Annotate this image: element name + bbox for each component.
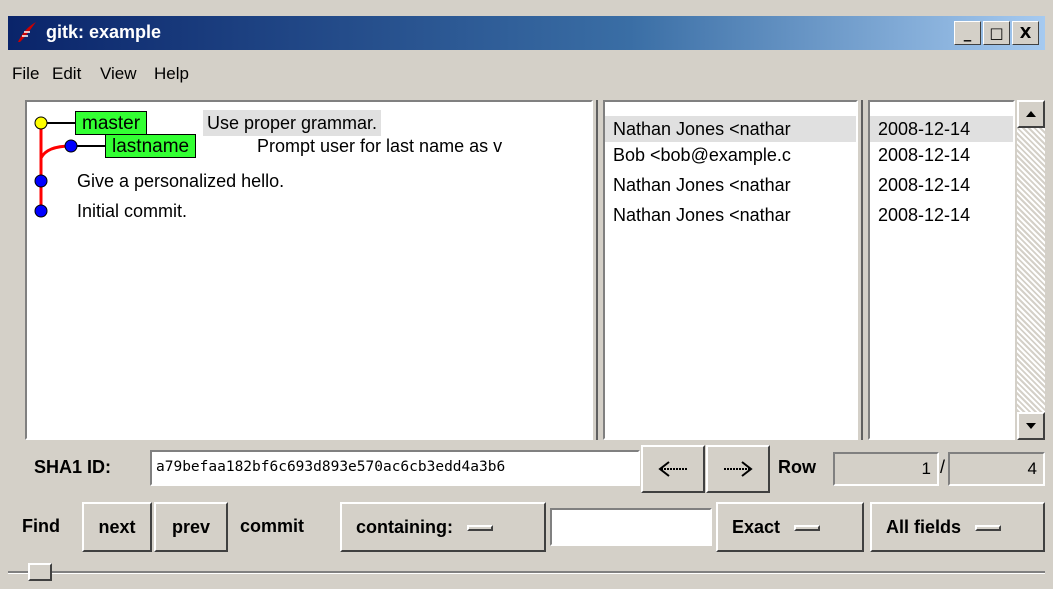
containing-value: containing: — [356, 517, 453, 537]
fields-menubutton[interactable]: All fields — [870, 502, 1045, 552]
author-cell[interactable]: Nathan Jones <nathar — [613, 202, 791, 228]
menu-indicator-icon — [794, 525, 821, 532]
date-cell[interactable]: 2008-12-14 — [878, 142, 970, 168]
author-pane[interactable]: Nathan Jones <nathar Bob <bob@example.c … — [603, 100, 858, 440]
scroll-up-button[interactable] — [1017, 100, 1045, 128]
back-button[interactable] — [641, 445, 705, 493]
date-cell[interactable]: 2008-12-14 — [870, 116, 1013, 142]
tk-feather-icon — [18, 22, 36, 42]
author-cell[interactable]: Bob <bob@example.c — [613, 142, 791, 168]
exact-value: Exact — [732, 517, 781, 537]
commit-subject[interactable]: Give a personalized hello. — [77, 168, 284, 194]
sha1-field[interactable]: a79befaa182bf6c693d893e570ac6cb3edd4a3b6 — [150, 450, 640, 486]
find-type-label: commit — [240, 516, 305, 536]
vertical-scrollbar[interactable] — [1017, 100, 1045, 440]
forward-button[interactable] — [706, 445, 770, 493]
pane-sash[interactable] — [594, 100, 600, 440]
date-pane[interactable]: 2008-12-14 2008-12-14 2008-12-14 2008-12… — [868, 100, 1015, 440]
commit-graph-pane[interactable]: master Use proper grammar. lastname Prom… — [25, 100, 593, 440]
down-arrow-icon — [1026, 423, 1036, 429]
maximize-button[interactable]: □ — [983, 21, 1010, 45]
row-total: 4 — [948, 452, 1045, 486]
date-cell[interactable]: 2008-12-14 — [878, 172, 970, 198]
bottom-sash-line — [8, 571, 1045, 574]
gitk-window: gitk: example _ □ X File Edit View Help … — [0, 0, 1053, 589]
commit-subject[interactable]: Prompt user for last name as v — [257, 133, 502, 159]
pane-sash[interactable] — [859, 100, 865, 440]
tag-lastname[interactable]: lastname — [105, 134, 197, 158]
sha1-label: SHA1 ID: — [34, 457, 112, 477]
right-arrow-icon — [724, 461, 753, 477]
find-label: Find — [22, 516, 60, 536]
bottom-sash-handle[interactable] — [28, 563, 52, 581]
close-button[interactable]: X — [1012, 21, 1039, 45]
fields-value: All fields — [886, 517, 962, 537]
sha1-value: a79befaa182bf6c693d893e570ac6cb3edd4a3b6 — [156, 459, 506, 475]
tag-master[interactable]: master — [75, 111, 148, 135]
date-cell[interactable]: 2008-12-14 — [878, 202, 970, 228]
menu-help[interactable]: Help — [154, 64, 189, 84]
exact-menubutton[interactable]: Exact — [716, 502, 864, 552]
row-separator: / — [940, 457, 946, 477]
minimize-button[interactable]: _ — [954, 21, 981, 45]
menu-indicator-icon — [467, 525, 493, 532]
containing-menubutton[interactable]: containing: — [340, 502, 546, 552]
menu-view[interactable]: View — [100, 64, 137, 84]
row-label: Row — [778, 457, 816, 477]
window-title: gitk: example — [46, 22, 162, 42]
find-next-button[interactable]: next — [82, 502, 152, 552]
author-cell[interactable]: Nathan Jones <nathar — [613, 172, 791, 198]
scroll-down-button[interactable] — [1017, 412, 1045, 440]
author-cell[interactable]: Nathan Jones <nathar — [605, 116, 856, 142]
left-arrow-icon — [658, 461, 687, 477]
find-prev-button[interactable]: prev — [154, 502, 228, 552]
find-query-input[interactable] — [550, 508, 712, 546]
menu-file[interactable]: File — [12, 64, 39, 84]
commit-subject[interactable]: Initial commit. — [77, 198, 187, 224]
row-current: 1 — [833, 452, 939, 486]
menu-indicator-icon — [975, 525, 1002, 532]
up-arrow-icon — [1026, 111, 1036, 117]
menu-edit[interactable]: Edit — [52, 64, 81, 84]
title-bar[interactable]: gitk: example _ □ X — [8, 16, 1045, 50]
